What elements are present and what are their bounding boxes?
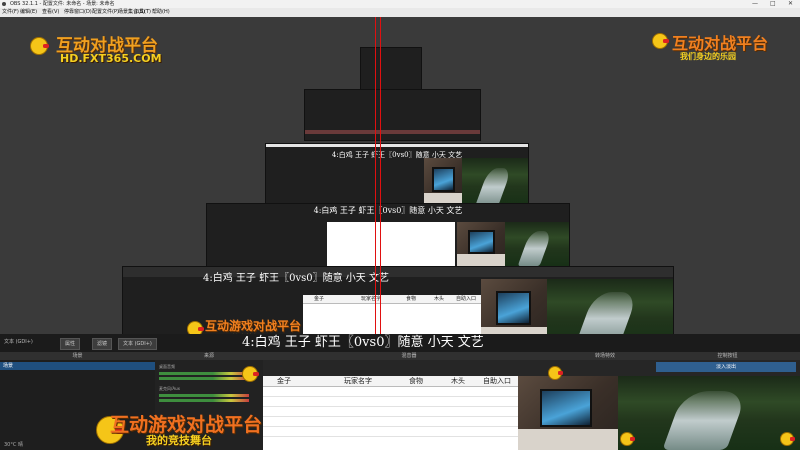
sources-dock-title: 来源 — [155, 352, 263, 360]
menu-view[interactable]: 查看(V) — [42, 8, 59, 17]
nested-capture-3: 4:白鸡 王子 虾王〖0vs0〗随意 小天 文艺 — [265, 143, 529, 207]
properties-button[interactable]: 属性 — [60, 338, 81, 350]
menu-edit[interactable]: 编辑(E) — [20, 8, 37, 17]
volume-meter — [159, 394, 249, 397]
window-titlebar: OBS 32.1.1 - 配置文件: 未命名 - 场景: 未命名 — □ ✕ — [0, 0, 800, 8]
monitor-photo — [457, 222, 505, 266]
guide-line — [380, 17, 381, 334]
nested-capture-4 — [304, 89, 481, 141]
volume-meter — [159, 377, 249, 380]
stream-photo — [462, 158, 528, 206]
mascot-icon — [780, 432, 795, 446]
weather-status: 30°C 晴 — [4, 442, 23, 448]
menu-file[interactable]: 文件(F) — [2, 8, 19, 17]
mascot-icon — [652, 33, 669, 49]
preview-canvas[interactable]: 互动对战平台 HD.FXT365.COM 互动对战平台 我们身边的乐园 4:白鸡… — [0, 17, 800, 334]
close-button[interactable]: ✕ — [788, 0, 793, 8]
obs-logo-icon — [2, 2, 6, 6]
nested-capture-2: 4:白鸡 王子 虾王〖0vs0〗随意 小天 文艺 — [206, 203, 570, 267]
nested-subtitle-bar — [305, 130, 480, 134]
monitor-photo — [424, 158, 462, 206]
subtitle-text: 4:白鸡 王子 虾王〖0vs0〗随意 小天 文艺 — [242, 335, 484, 350]
source-toolbar: 文本 (GDI+) 属性 滤镜 文本 (GDI+) 4:白鸡 王子 虾王〖0vs… — [0, 334, 800, 352]
player-sheet: 金子 玩家名字 食物 木头 自助入口 — [263, 376, 518, 450]
controls-dock-title: 控制按钮 — [655, 352, 800, 360]
stream-photo — [547, 279, 673, 334]
mascot-icon — [30, 37, 50, 55]
transition-selected[interactable]: 淡入淡出 — [656, 362, 796, 372]
nested-sheet: 金子 玩家名字 食物 木头 自助入口 — [303, 295, 481, 334]
stream-photo — [618, 376, 800, 450]
monitor-photo — [481, 279, 547, 334]
filters-button[interactable]: 滤镜 — [92, 338, 113, 350]
nested-sheet — [327, 222, 455, 266]
docks-area: 场景 来源 混音器 转场特效 控制按钮 场景 桌面音频 麦克风/Aux 金子 玩… — [0, 352, 800, 450]
nested-bottom-logo: 互动游戏对战平台 — [205, 319, 302, 333]
menu-help[interactable]: 帮助(H) — [152, 8, 170, 17]
guide-line — [375, 17, 376, 334]
volume-meter — [159, 372, 249, 375]
left-url: HD.FXT365.COM — [60, 52, 162, 65]
maximize-button[interactable]: □ — [770, 0, 776, 8]
menu-profile[interactable]: 配置文件(P) — [92, 8, 119, 17]
stream-photo — [505, 222, 569, 266]
menu-tools[interactable]: 工具(T) — [134, 8, 151, 17]
text-source-button[interactable]: 文本 (GDI+) — [118, 338, 157, 350]
nested-capture-5 — [360, 47, 422, 91]
mixer-channel-label: 麦克风/Aux — [159, 386, 180, 391]
bottom-slogan: 我的竞技舞台 — [146, 434, 212, 447]
menu-docks[interactable]: 停靠窗口(D) — [64, 8, 92, 17]
nested-capture-1: 4:白鸡 王子 虾王〖0vs0〗随意 小天 文艺 金子 玩家名字 食物 木头 自… — [122, 266, 674, 334]
right-slogan: 我们身边的乐园 — [680, 52, 736, 61]
nested-subtitle: 4:白鸡 王子 虾王〖0vs0〗随意 小天 文艺 — [313, 206, 463, 215]
window-title: OBS 32.1.1 - 配置文件: 未命名 - 场景: 未命名 — [10, 1, 115, 7]
mascot-icon — [620, 432, 635, 446]
mixer-dock-title: 混音器 — [263, 352, 555, 360]
transitions-dock-title: 转场特效 — [555, 352, 655, 360]
nested-menu — [266, 144, 528, 147]
mascot-icon — [187, 321, 204, 334]
source-name: 文本 (GDI+) — [4, 339, 33, 345]
nested-subtitle: 4:白鸡 王子 虾王〖0vs0〗随意 小天 文艺 — [203, 273, 389, 284]
scene-item[interactable]: 场景 — [0, 362, 158, 370]
minimize-button[interactable]: — — [752, 0, 758, 8]
volume-meter — [159, 399, 249, 402]
scenes-dock-title: 场景 — [0, 352, 155, 360]
mixer-channel-label: 桌面音频 — [159, 364, 175, 369]
monitor-photo — [518, 376, 618, 450]
menu-bar: 文件(F) 编辑(E) 查看(V) 停靠窗口(D) 配置文件(P) 场景集合(S… — [0, 8, 800, 17]
mascot-icon — [548, 366, 563, 380]
mascot-icon — [242, 366, 259, 382]
